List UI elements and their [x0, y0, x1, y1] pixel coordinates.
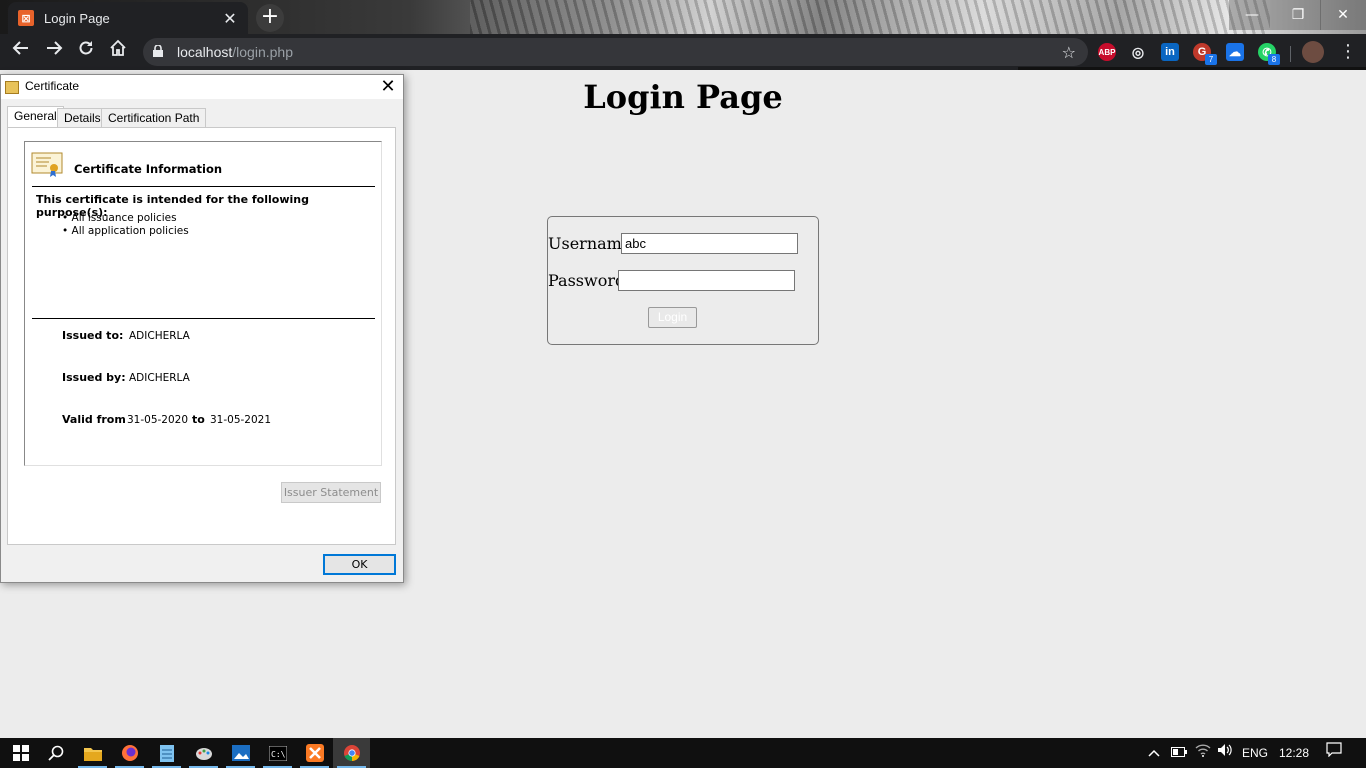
issuer-statement-button: Issuer Statement: [281, 482, 381, 503]
notifications-icon[interactable]: [1322, 738, 1346, 768]
login-form: Username: Password: Login: [547, 216, 819, 345]
username-input[interactable]: [621, 233, 798, 254]
file-explorer-icon[interactable]: [74, 738, 111, 768]
search-icon[interactable]: [37, 738, 74, 768]
linkedin-icon[interactable]: in: [1161, 43, 1179, 61]
toolbar-separator: [1290, 46, 1291, 62]
browser-tab-active[interactable]: ⊠ Login Page ✕: [8, 2, 248, 34]
tab-certification-path[interactable]: Certification Path: [101, 108, 207, 128]
valid-to-label: to: [192, 413, 205, 426]
globe-icon[interactable]: ◎: [1129, 43, 1147, 61]
firefox-icon[interactable]: [111, 738, 148, 768]
whatsapp-badge: 8: [1268, 54, 1280, 65]
window-close-button[interactable]: ✕: [1320, 0, 1366, 30]
notepad-icon[interactable]: [148, 738, 185, 768]
xampp-icon[interactable]: [296, 738, 333, 768]
home-icon[interactable]: [104, 38, 132, 66]
battery-icon[interactable]: [1168, 738, 1190, 768]
address-bar[interactable]: localhost/login.php ☆: [143, 38, 1088, 66]
certificate-icon: [31, 152, 63, 177]
browser-menu-icon[interactable]: ⋮: [1338, 40, 1358, 64]
back-icon[interactable]: [7, 38, 35, 66]
adblock-plus-icon[interactable]: ABP: [1098, 43, 1116, 61]
xampp-favicon-icon: ⊠: [18, 10, 34, 26]
paint-icon[interactable]: [185, 738, 222, 768]
valid-from-value: 31-05-2020: [127, 414, 189, 426]
tab-close-icon[interactable]: ✕: [222, 9, 238, 28]
profile-avatar[interactable]: [1302, 41, 1324, 63]
windows-taskbar: C:\ ENG 12:28: [0, 738, 1366, 768]
purpose-item: • All issuance policies: [62, 212, 177, 224]
cloud-icon[interactable]: ☁: [1226, 43, 1244, 61]
certificate-info-heading: Certificate Information: [74, 162, 223, 176]
divider: [32, 186, 375, 187]
issued-by-value: ADICHERLA: [129, 372, 190, 384]
show-hidden-icons-icon[interactable]: [1144, 738, 1164, 768]
issued-to-value: ADICHERLA: [129, 330, 190, 342]
network-icon[interactable]: [1192, 738, 1214, 768]
tab-title: Login Page: [44, 10, 110, 26]
dialog-close-icon[interactable]: ✕: [373, 75, 403, 99]
certificate-small-icon: [5, 81, 19, 94]
password-input[interactable]: [618, 270, 795, 291]
bookmark-star-icon[interactable]: ☆: [1062, 43, 1076, 62]
new-tab-button[interactable]: +: [256, 4, 284, 32]
ok-button[interactable]: OK: [323, 554, 396, 575]
command-prompt-icon[interactable]: C:\: [259, 738, 296, 768]
certificate-dialog: Certificate ✕ General Details Certificat…: [0, 74, 404, 583]
browser-tab-strip: ⊠ Login Page ✕ + — ❐ ✕: [0, 0, 1366, 34]
volume-icon[interactable]: [1214, 738, 1236, 768]
purpose-item: • All application policies: [62, 225, 189, 237]
dialog-titlebar[interactable]: Certificate ✕: [1, 75, 403, 99]
forward-icon[interactable]: [40, 38, 68, 66]
page-title: Login Page: [583, 78, 783, 116]
window-minimize-button[interactable]: —: [1229, 0, 1275, 30]
valid-to-value: 31-05-2021: [210, 414, 272, 426]
chrome-icon[interactable]: [333, 738, 370, 768]
svg-text:C:\: C:\: [271, 750, 286, 759]
issued-by-label: Issued by:: [62, 371, 126, 384]
lock-icon[interactable]: [153, 43, 169, 60]
dialog-title: Certificate: [25, 79, 80, 93]
certificate-info-box: Certificate Information This certificate…: [24, 141, 382, 466]
window-maximize-button[interactable]: ❐: [1275, 0, 1321, 30]
browser-toolbar: localhost/login.php ☆ ABP ◎ in G 7 ☁ ✆ 8: [0, 34, 1366, 70]
toolbar-dark-stripe: [1018, 67, 1366, 70]
clock[interactable]: 12:28: [1274, 738, 1314, 768]
reload-icon[interactable]: [72, 38, 100, 66]
url-path: /login.php: [232, 44, 293, 60]
issued-to-label: Issued to:: [62, 329, 124, 342]
tab-general[interactable]: General: [7, 106, 64, 128]
photos-icon[interactable]: [222, 738, 259, 768]
url-host: localhost: [177, 44, 233, 60]
grammarly-badge: 7: [1205, 54, 1217, 65]
start-icon[interactable]: [2, 738, 39, 768]
valid-from-label: Valid from: [62, 413, 126, 426]
divider: [32, 318, 375, 319]
login-button[interactable]: Login: [648, 307, 697, 328]
language-indicator[interactable]: ENG: [1238, 738, 1272, 768]
browser-theme-background: [470, 0, 1270, 34]
